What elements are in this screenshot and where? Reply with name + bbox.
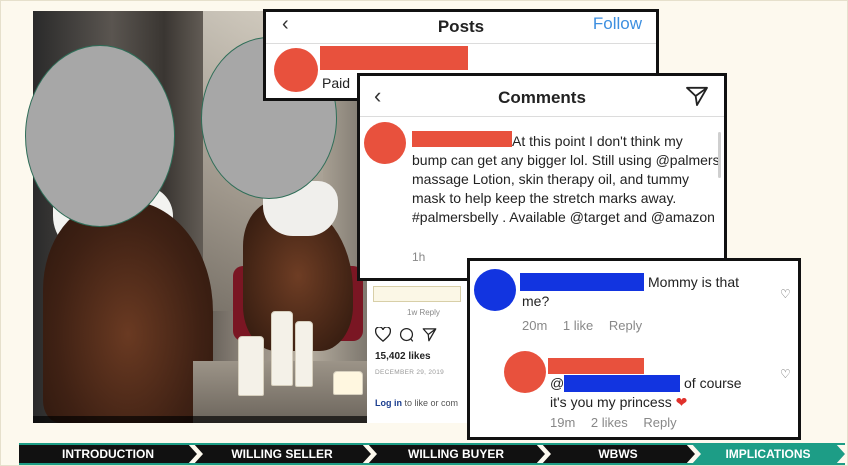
poster-reply: @ of course it's you my princess ❤	[550, 374, 770, 412]
commenter-avatar[interactable]	[474, 269, 516, 311]
login-link[interactable]: Log in	[375, 398, 402, 408]
paid-partnership-label: Paid	[322, 75, 351, 91]
nav-step-willing-buyer[interactable]: WILLING BUYER	[367, 443, 545, 465]
reply-panel: Mommy is that me? ♡ 20m 1 like Reply @ o…	[467, 258, 801, 440]
section-nav: INTRODUCTION WILLING SELLER WILLING BUYE…	[19, 443, 845, 465]
poster-reply-meta: 19m 2 likes Reply	[550, 415, 689, 430]
like-count: 15,402 likes	[375, 351, 431, 362]
comment-icon[interactable]	[399, 327, 414, 342]
scrollbar[interactable]	[718, 132, 721, 178]
divider	[266, 43, 656, 44]
reply-comment-meta: 20m 1 like Reply	[522, 318, 654, 333]
redacted-username-box	[373, 286, 461, 302]
slide: 1w Reply 15,402 likes DECEMBER 29, 2019 …	[0, 0, 848, 466]
nav-step-willing-seller[interactable]: WILLING SELLER	[193, 443, 371, 465]
poster-reply-line1: @ of course	[550, 374, 770, 393]
nav-step-introduction[interactable]: INTRODUCTION	[19, 443, 197, 465]
comment-time: 19m	[550, 415, 576, 430]
divider	[360, 116, 724, 117]
reply-comment: Mommy is that me?	[522, 273, 762, 311]
comment-likes[interactable]: 1 like	[563, 318, 593, 333]
comments-panel: ‹ Comments At this point I don't think m…	[357, 73, 727, 281]
post-actions	[375, 327, 437, 342]
poster-reply-line2: it's you my princess ❤	[550, 393, 770, 412]
comments-title: Comments	[498, 88, 586, 107]
poster-reply-lead: of course	[684, 375, 742, 391]
mention-at: @	[550, 375, 565, 391]
redacted-mention	[564, 375, 680, 392]
reply-comment-rest: me?	[522, 293, 550, 309]
post-date: DECEMBER 29, 2019	[375, 369, 445, 376]
poster-reply-rest: it's you my princess	[550, 394, 672, 410]
pregnant-belly	[43, 201, 213, 423]
comment-likes[interactable]: 2 likes	[591, 415, 628, 430]
oil-bottle	[295, 321, 313, 387]
instagram-post-underlay: 1w Reply 15,402 likes DECEMBER 29, 2019 …	[367, 281, 467, 423]
lotion-bottle	[238, 336, 264, 396]
comment-text-lead: At this point I don't think my	[512, 133, 683, 149]
comment-text: At this point I don't think my bump can …	[412, 132, 720, 227]
lotion-bottle	[271, 311, 293, 386]
poster-avatar[interactable]	[504, 351, 546, 393]
reply-link[interactable]: Reply	[643, 415, 676, 430]
share-icon[interactable]	[422, 327, 437, 342]
redacted-username	[320, 46, 468, 70]
product-box	[333, 371, 363, 395]
reply-link[interactable]: Reply	[609, 318, 642, 333]
commenter-avatar[interactable]	[364, 122, 406, 164]
like-heart-icon[interactable]: ♡	[780, 287, 791, 301]
nav-step-implications[interactable]: IMPLICATIONS	[691, 443, 845, 465]
avatar[interactable]	[274, 48, 318, 92]
blurred-face	[25, 45, 175, 227]
comment-text-rest: bump can get any bigger lol. Still using…	[412, 152, 720, 225]
reply-hint: 1w Reply	[407, 308, 440, 317]
reply-comment-lead: Mommy is that	[648, 274, 740, 290]
heart-icon[interactable]	[375, 327, 391, 342]
red-heart-emoji: ❤	[675, 394, 688, 410]
login-prompt: Log in to like or com	[375, 398, 458, 408]
login-rest: to like or com	[402, 398, 459, 408]
comment-time: 20m	[522, 318, 548, 333]
comment-time: 1h	[412, 250, 426, 264]
send-icon[interactable]	[686, 86, 708, 106]
follow-button[interactable]: Follow	[593, 14, 642, 34]
redacted-poster-name	[548, 358, 644, 374]
nav-step-wbws[interactable]: WBWS	[541, 443, 695, 465]
like-heart-icon[interactable]: ♡	[780, 367, 791, 381]
